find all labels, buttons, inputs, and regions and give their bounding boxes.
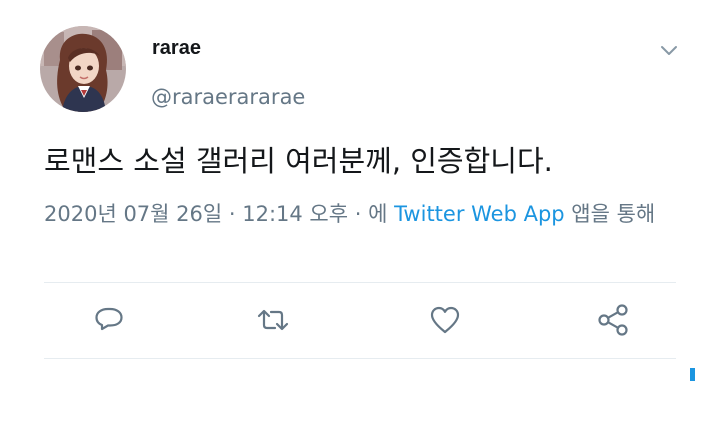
retweet-icon <box>257 309 289 331</box>
tweet-metadata: 2020년 07월 26일 · 12:14 오후 · 에 Twitter Web… <box>44 198 684 231</box>
user-handle[interactable]: @raraerararae <box>151 85 305 109</box>
reply-bubble-icon <box>95 307 123 331</box>
source-app-link[interactable]: Twitter Web App <box>394 202 565 226</box>
source-suffix: 앱을 통해 <box>564 202 656 226</box>
retweet-button[interactable] <box>256 304 290 336</box>
tweet-text: 로맨스 소설 갤러리 여러분께, 인증합니다. <box>44 144 553 178</box>
timestamp[interactable]: 2020년 07월 26일 · 12:14 오후 · 에 <box>44 202 394 226</box>
chevron-down-icon[interactable] <box>660 42 678 55</box>
display-name[interactable]: rarae <box>152 36 201 60</box>
share-button[interactable] <box>596 304 630 336</box>
reply-button[interactable] <box>92 304 126 336</box>
avatar-illustration <box>40 26 126 112</box>
scroll-indicator <box>690 368 695 381</box>
heart-icon <box>430 306 460 334</box>
like-button[interactable] <box>428 304 462 336</box>
divider <box>44 282 676 283</box>
divider <box>44 358 676 359</box>
avatar[interactable] <box>40 26 126 112</box>
tweet-card: rarae @raraerararae 로맨스 소설 갤러리 여러분께, 인증합… <box>0 0 720 428</box>
share-icon <box>598 304 628 336</box>
